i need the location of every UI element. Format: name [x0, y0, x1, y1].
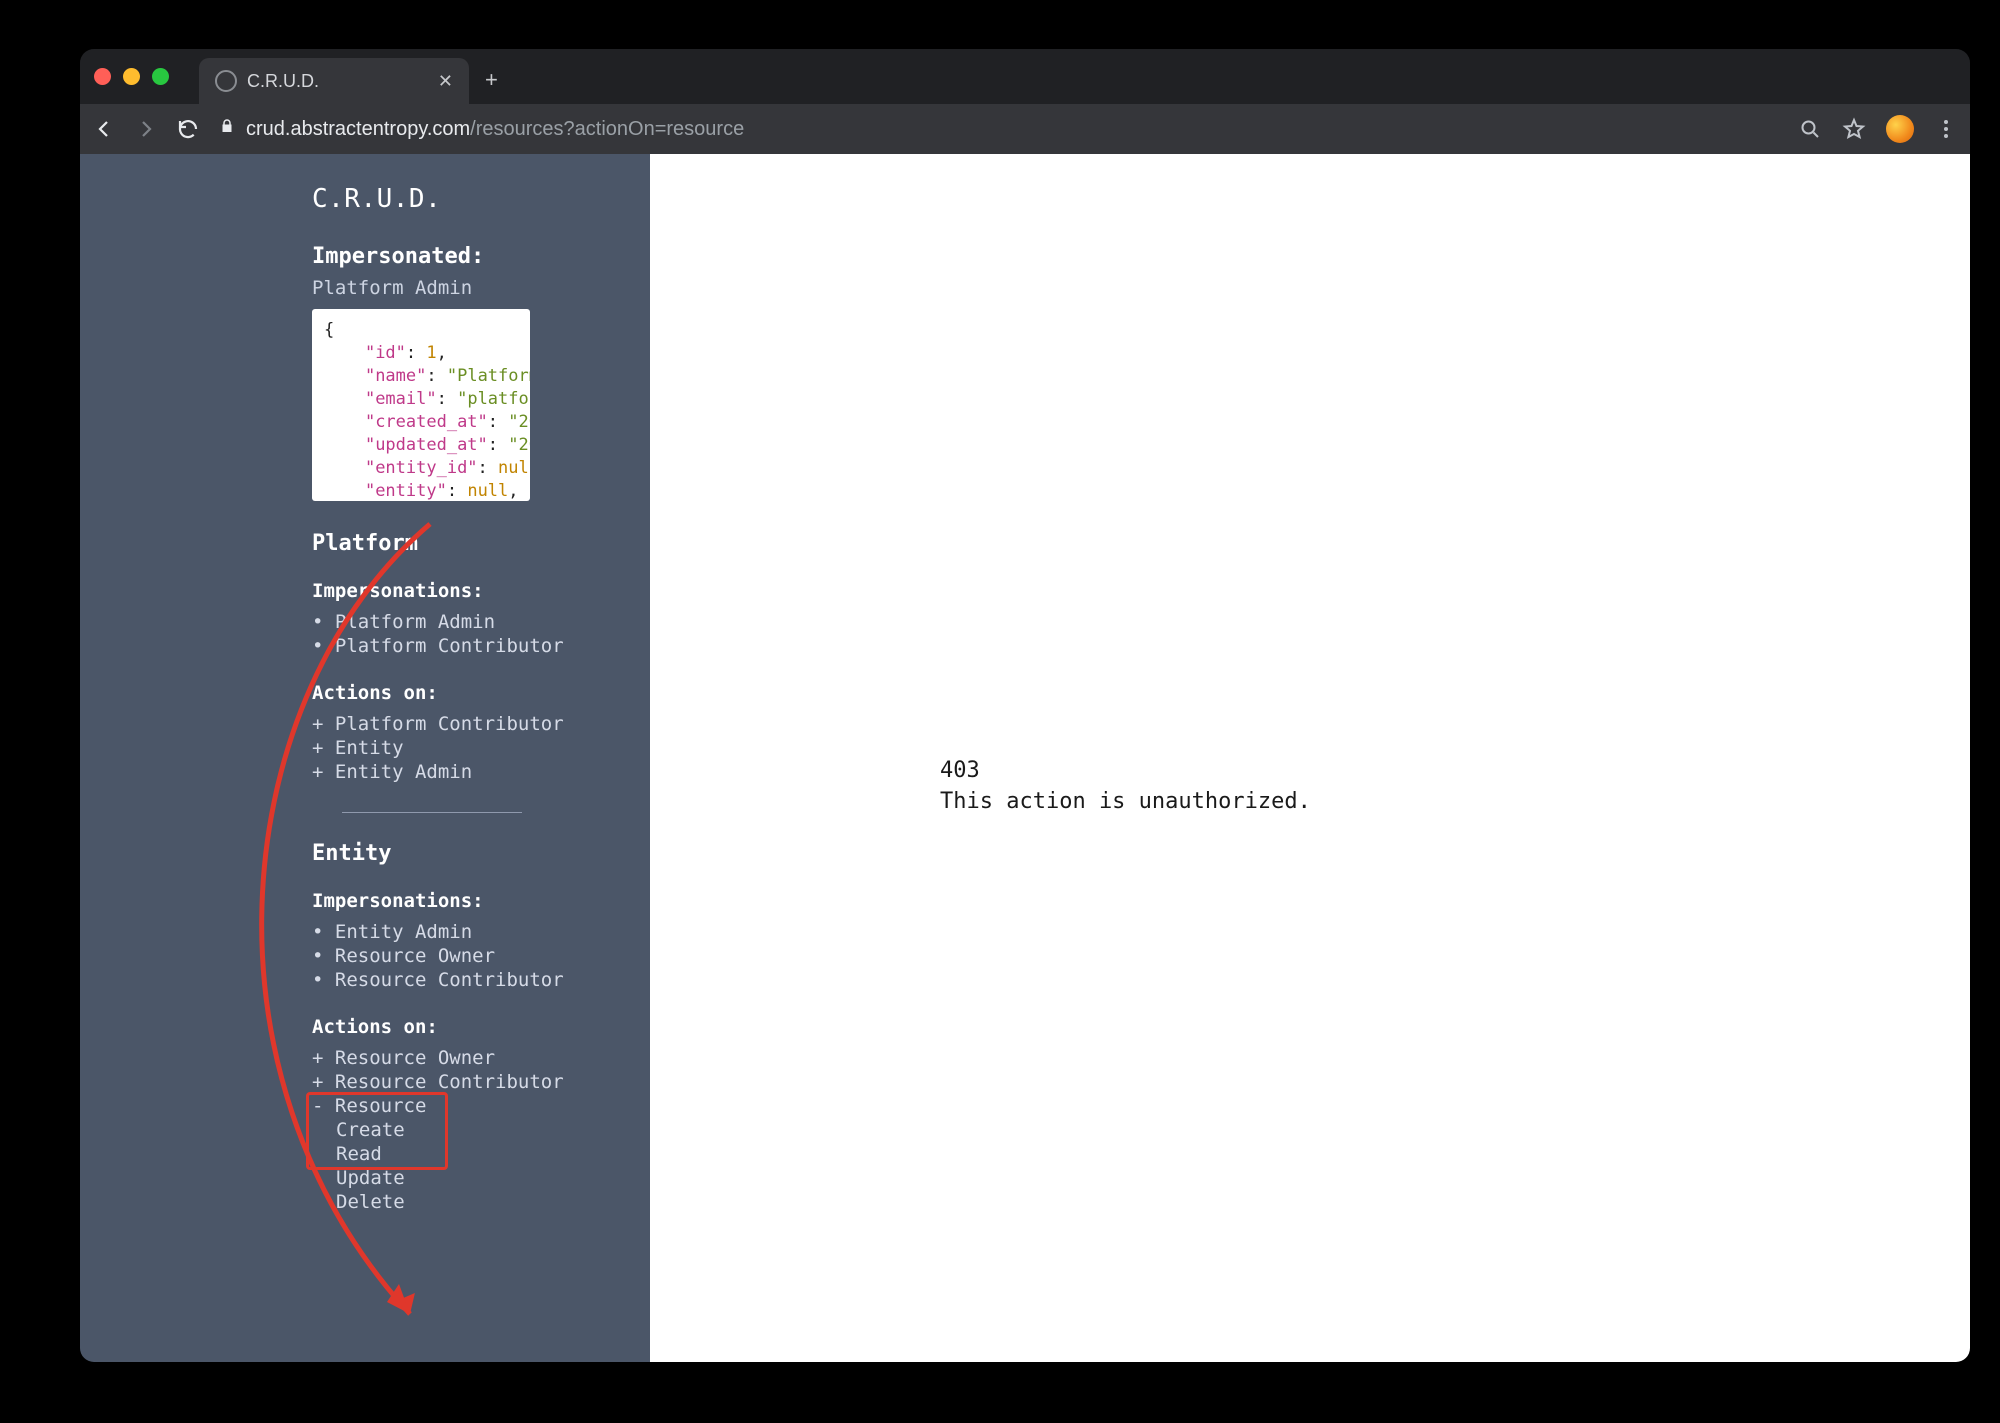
action-read[interactable]: Read — [336, 1142, 642, 1166]
lock-icon — [218, 117, 236, 141]
zoom-icon[interactable] — [1798, 117, 1822, 141]
profile-avatar[interactable] — [1886, 115, 1914, 143]
browser-tab[interactable]: C.R.U.D. ✕ — [199, 58, 469, 104]
bookmark-star-icon[interactable] — [1842, 117, 1866, 141]
list-item[interactable]: Platform Admin — [312, 610, 642, 634]
forward-button[interactable] — [134, 117, 158, 141]
globe-icon — [215, 70, 237, 92]
list-item[interactable]: Entity Admin — [312, 760, 642, 784]
entity-impersonations-list: Entity Admin Resource Owner Resource Con… — [312, 920, 642, 992]
page-content: C.R.U.D. Impersonated: Platform Admin { … — [80, 154, 1970, 1362]
section-entity-title: Entity — [312, 841, 642, 866]
browser-window: C.R.U.D. ✕ + crud.abstractentropy.com/re… — [80, 49, 1970, 1362]
resource-sub-actions: Create Read Update Delete — [336, 1118, 642, 1214]
reload-button[interactable] — [176, 117, 200, 141]
main-content: 403 This action is unauthorized. — [650, 154, 1970, 1362]
action-update[interactable]: Update — [336, 1166, 642, 1190]
list-item[interactable]: Platform Contributor — [312, 712, 642, 736]
sidebar: C.R.U.D. Impersonated: Platform Admin { … — [80, 154, 650, 1362]
toolbar-right — [1798, 115, 1958, 143]
list-item[interactable]: Entity Admin — [312, 920, 642, 944]
url-text: crud.abstractentropy.com/resources?actio… — [246, 118, 744, 141]
impersonated-role: Platform Admin — [312, 277, 642, 299]
impersonated-header: Impersonated: — [312, 244, 642, 269]
section-platform-title: Platform — [312, 531, 642, 556]
list-item[interactable]: Resource Contributor — [312, 968, 642, 992]
list-item[interactable]: Resource Owner — [312, 944, 642, 968]
error-message: This action is unauthorized. — [940, 787, 1970, 818]
entity-actions-header: Actions on: — [312, 1016, 642, 1038]
action-create[interactable]: Create — [336, 1118, 642, 1142]
minimize-window-button[interactable] — [123, 68, 140, 85]
maximize-window-button[interactable] — [152, 68, 169, 85]
platform-impersonations-list: Platform Admin Platform Contributor — [312, 610, 642, 658]
expanded-resource-item[interactable]: Resource — [312, 1094, 642, 1118]
address-bar[interactable]: crud.abstractentropy.com/resources?actio… — [218, 111, 1770, 147]
platform-impersonations-header: Impersonations: — [312, 580, 642, 602]
new-tab-button[interactable]: + — [485, 67, 498, 93]
list-item[interactable]: Platform Contributor — [312, 634, 642, 658]
app-title: C.R.U.D. — [312, 184, 642, 214]
list-item[interactable]: Entity — [312, 736, 642, 760]
platform-actions-header: Actions on: — [312, 682, 642, 704]
entity-actions-list: Resource Owner Resource Contributor — [312, 1046, 642, 1094]
list-item[interactable]: Resource Contributor — [312, 1070, 642, 1094]
back-button[interactable] — [92, 117, 116, 141]
section-divider — [342, 812, 522, 813]
window-controls — [94, 68, 169, 85]
browser-toolbar: crud.abstractentropy.com/resources?actio… — [80, 104, 1970, 154]
kebab-menu-icon[interactable] — [1934, 117, 1958, 141]
close-tab-icon[interactable]: ✕ — [438, 71, 453, 92]
tab-strip: C.R.U.D. ✕ + — [80, 49, 1970, 104]
tab-title: C.R.U.D. — [247, 71, 428, 92]
json-snippet: { "id": 1, "name": "Platform Adm "email"… — [312, 309, 530, 501]
list-item[interactable]: Resource Owner — [312, 1046, 642, 1070]
platform-actions-list: Platform Contributor Entity Entity Admin — [312, 712, 642, 784]
close-window-button[interactable] — [94, 68, 111, 85]
error-code: 403 — [940, 756, 1970, 787]
entity-impersonations-header: Impersonations: — [312, 890, 642, 912]
action-delete[interactable]: Delete — [336, 1190, 642, 1214]
